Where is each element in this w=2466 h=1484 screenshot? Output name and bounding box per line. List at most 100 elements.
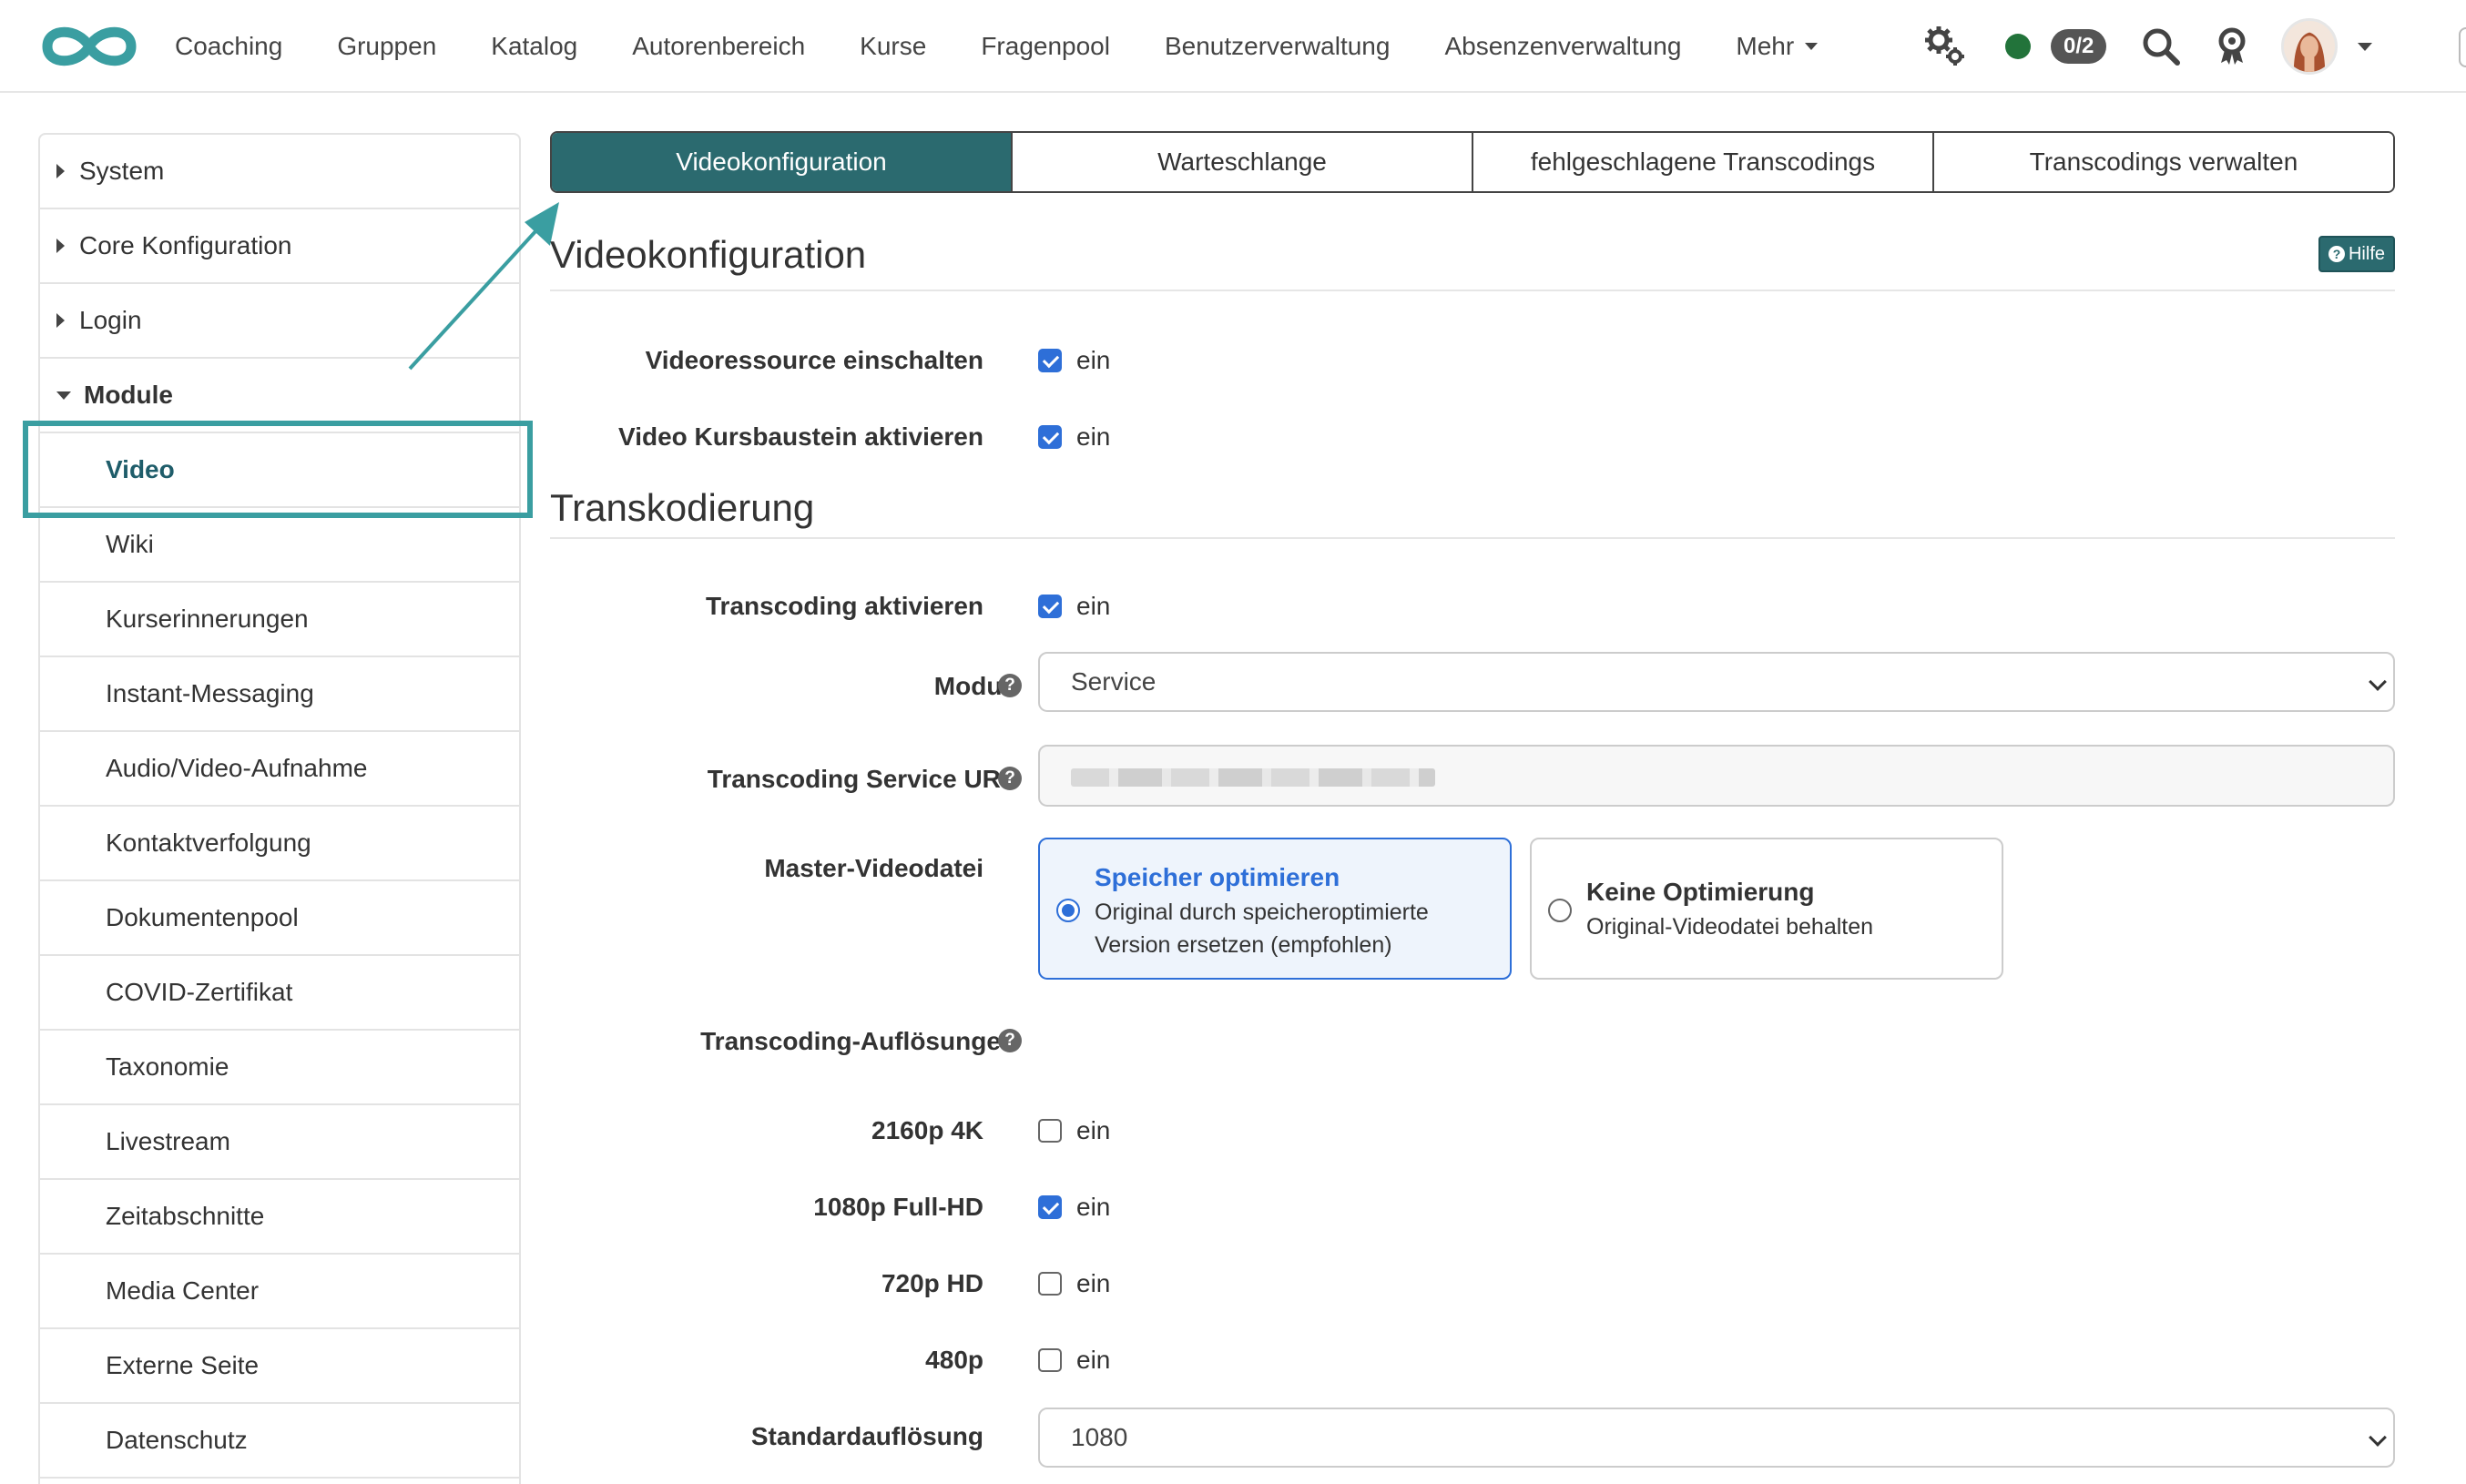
radio-keine-optimierung[interactable]: [1548, 899, 1572, 922]
videoressource-checkbox[interactable]: [1038, 349, 1062, 372]
caret-down-icon: [1805, 42, 1819, 50]
label-videoressource: Videoressource einschalten: [645, 346, 983, 374]
user-avatar[interactable]: [2281, 18, 2339, 75]
video-kursbaustein-checkbox[interactable]: [1038, 425, 1062, 449]
label-service-url: Transcoding Service URL: [708, 765, 1016, 794]
tab-transcodings-verwalten[interactable]: Transcodings verwalten: [1934, 133, 2393, 191]
section-divider: [550, 290, 2395, 291]
sidebar-item-system[interactable]: System: [40, 135, 519, 209]
sidebar-item-login[interactable]: Login: [40, 284, 519, 359]
counter-badge[interactable]: 0/2: [2051, 29, 2107, 64]
config-tabs: Videokonfiguration Warteschlange fehlges…: [550, 131, 2395, 193]
checkbox-1080p[interactable]: [1038, 1195, 1062, 1219]
help-button[interactable]: ? Hilfe: [2318, 236, 2395, 272]
sidebar-item-wiki[interactable]: Wiki: [40, 508, 519, 583]
nav-gruppen[interactable]: Gruppen: [337, 32, 436, 61]
transcoding-aktivieren-checkbox[interactable]: [1038, 595, 1062, 618]
option-title: Keine Optimierung: [1586, 878, 1815, 906]
checkbox-2160p[interactable]: [1038, 1119, 1062, 1143]
chevron-down-icon: [2369, 673, 2387, 691]
online-status-icon[interactable]: [2005, 34, 2031, 59]
admin-sidebar: System Core Konfiguration Login Module V…: [38, 133, 521, 1484]
tab-videokonfiguration[interactable]: Videokonfiguration: [552, 133, 1013, 191]
value-2160p: ein: [1076, 1116, 1111, 1144]
standardaufloesung-select[interactable]: 1080: [1038, 1408, 2395, 1468]
nav-autorenbereich[interactable]: Autorenbereich: [632, 32, 805, 61]
label-transcoding-aufloesungen: Transcoding-Auflösungen: [700, 1027, 1016, 1056]
caret-right-icon: [56, 239, 65, 253]
question-icon: ?: [2328, 246, 2345, 262]
section-title-transkodierung: Transkodierung: [550, 486, 815, 529]
transcoding-aktivieren-value: ein: [1076, 592, 1111, 620]
nav-absenzenverwaltung[interactable]: Absenzenverwaltung: [1444, 32, 1681, 61]
checkbox-720p[interactable]: [1038, 1272, 1062, 1296]
nav-mehr-dropdown[interactable]: Mehr: [1736, 32, 1819, 61]
option-title: Speicher optimieren: [1095, 863, 1340, 891]
sidebar-item-covid-zertifikat[interactable]: COVID-Zertifikat: [40, 956, 519, 1031]
sidebar-item-label: System: [79, 157, 165, 185]
window-edge-control: [2459, 27, 2466, 67]
nav-katalog[interactable]: Katalog: [491, 32, 577, 61]
option-description: Original-Videodatei behalten: [1586, 914, 1874, 940]
tab-fehlgeschlagene-transcodings[interactable]: fehlgeschlagene Transcodings: [1473, 133, 1934, 191]
sidebar-item-zeitabschnitte[interactable]: Zeitabschnitte: [40, 1180, 519, 1255]
aufloesungen-label-text: Transcoding-Auflösungen: [700, 1027, 1016, 1055]
sidebar-item-taxonomie[interactable]: Taxonomie: [40, 1031, 519, 1105]
sidebar-item-instant-messaging[interactable]: Instant-Messaging: [40, 657, 519, 732]
gears-icon[interactable]: [1921, 23, 1969, 70]
modus-value: Service: [1071, 667, 1157, 696]
label-master-videodatei: Master-Videodatei: [764, 854, 983, 882]
sidebar-item-kontaktverfolgung[interactable]: Kontaktverfolgung: [40, 807, 519, 881]
redacted-url-text: [1071, 768, 1435, 787]
option-keine-optimierung[interactable]: Keine Optimierung Original-Videodatei be…: [1530, 838, 2003, 980]
help-question-icon[interactable]: ?: [998, 674, 1022, 697]
sidebar-item-label: Core Konfiguration: [79, 231, 292, 259]
nav-fragenpool[interactable]: Fragenpool: [981, 32, 1110, 61]
sidebar-item-audio-video-aufnahme[interactable]: Audio/Video-Aufnahme: [40, 732, 519, 807]
sidebar-item-label: Module: [84, 381, 173, 409]
value-1080p: ein: [1076, 1193, 1111, 1221]
top-navigation-bar: Coaching Gruppen Katalog Autorenbereich …: [0, 0, 2466, 93]
video-kursbaustein-value: ein: [1076, 422, 1111, 451]
help-question-icon[interactable]: ?: [998, 767, 1022, 790]
label-480p: 480p: [925, 1346, 983, 1374]
avatar-portrait-icon: [2284, 21, 2336, 72]
value-480p: ein: [1076, 1346, 1111, 1374]
caret-right-icon: [56, 313, 65, 328]
label-720p: 720p HD: [881, 1269, 983, 1297]
caret-down-icon[interactable]: [2358, 42, 2373, 51]
award-icon[interactable]: [2214, 26, 2250, 66]
service-url-input[interactable]: [1038, 745, 2395, 807]
chevron-down-icon: [2369, 1428, 2387, 1447]
sidebar-item-kurserinnerungen[interactable]: Kurserinnerungen: [40, 583, 519, 657]
sidebar-item-datenschutz[interactable]: Datenschutz: [40, 1404, 519, 1479]
help-label: Hilfe: [2348, 243, 2385, 264]
search-icon[interactable]: [2141, 26, 2181, 66]
modus-select[interactable]: Service: [1038, 652, 2395, 712]
radio-speicher-optimieren[interactable]: [1056, 899, 1080, 922]
label-1080p: 1080p Full-HD: [813, 1193, 983, 1221]
checkbox-480p[interactable]: [1038, 1348, 1062, 1372]
section-divider: [550, 537, 2395, 539]
openolat-logo-icon[interactable]: [40, 20, 138, 73]
nav-benutzerverwaltung[interactable]: Benutzerverwaltung: [1165, 32, 1390, 61]
nav-coaching[interactable]: Coaching: [175, 32, 282, 61]
section-title-videokonfiguration: Videokonfiguration: [550, 233, 867, 276]
sidebar-item-livestream[interactable]: Livestream: [40, 1105, 519, 1180]
sidebar-item-media-center[interactable]: Media Center: [40, 1255, 519, 1329]
service-url-label-text: Transcoding Service URL: [707, 765, 1016, 793]
caret-right-icon: [56, 164, 65, 178]
option-speicher-optimieren[interactable]: Speicher optimieren Original durch speic…: [1038, 838, 1512, 980]
label-2160p: 2160p 4K: [871, 1116, 983, 1144]
label-standardaufloesung: Standardauflösung: [750, 1422, 983, 1450]
label-video-kursbaustein: Video Kursbaustein aktivieren: [618, 422, 983, 451]
sidebar-item-core-konfiguration[interactable]: Core Konfiguration: [40, 209, 519, 284]
sidebar-item-dokumentenpool[interactable]: Dokumentenpool: [40, 881, 519, 956]
label-transcoding-aktivieren: Transcoding aktivieren: [706, 592, 983, 620]
tab-warteschlange[interactable]: Warteschlange: [1013, 133, 1473, 191]
videoressource-value: ein: [1076, 346, 1111, 374]
sidebar-item-externe-seite[interactable]: Externe Seite: [40, 1329, 519, 1404]
help-question-icon[interactable]: ?: [998, 1029, 1022, 1052]
nav-kurse[interactable]: Kurse: [860, 32, 926, 61]
option-description: Original durch speicheroptimierte Versio…: [1095, 900, 1429, 958]
